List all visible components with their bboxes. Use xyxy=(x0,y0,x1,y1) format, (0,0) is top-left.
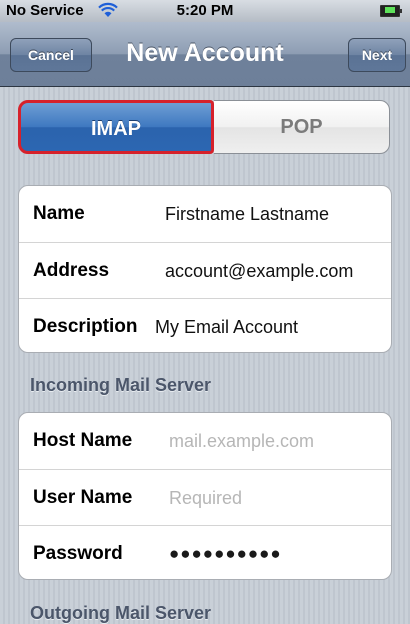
incoming-server-group: Host Name mail.example.com User Name Req… xyxy=(18,412,392,580)
host-name-field[interactable]: mail.example.com xyxy=(169,413,314,469)
incoming-server-header: Incoming Mail Server xyxy=(30,375,212,395)
account-type-segmented-control: IMAP POP xyxy=(18,100,390,154)
description-field[interactable]: My Email Account xyxy=(155,299,298,355)
next-button[interactable]: Next xyxy=(348,38,406,72)
password-field[interactable]: ●●●●●●●●●● xyxy=(169,526,282,582)
name-label: Name xyxy=(33,203,85,224)
address-label: Address xyxy=(33,260,110,281)
name-field[interactable]: Firstname Lastname xyxy=(165,186,329,242)
navigation-bar: Cancel New Account Next xyxy=(0,22,410,87)
segment-imap[interactable]: IMAP xyxy=(18,100,214,154)
status-bar: No Service 5:20 PM xyxy=(0,0,410,22)
user-name-row[interactable]: User Name Required xyxy=(19,469,391,525)
name-row[interactable]: Name Firstname Lastname xyxy=(19,186,391,242)
user-name-label: User Name xyxy=(33,487,133,508)
password-row[interactable]: Password ●●●●●●●●●● xyxy=(19,525,391,581)
description-label: Description xyxy=(33,316,138,337)
address-field[interactable]: account@example.com xyxy=(165,243,353,299)
address-row[interactable]: Address account@example.com xyxy=(19,242,391,298)
account-info-group: Name Firstname Lastname Address account@… xyxy=(18,185,392,353)
user-name-field[interactable]: Required xyxy=(169,470,242,526)
battery-charging-icon xyxy=(380,5,402,17)
host-name-row[interactable]: Host Name mail.example.com xyxy=(19,413,391,469)
host-name-label: Host Name xyxy=(33,430,133,451)
segment-pop[interactable]: POP xyxy=(214,100,390,154)
description-row[interactable]: Description My Email Account xyxy=(19,298,391,354)
clock: 5:20 PM xyxy=(176,2,234,19)
outgoing-server-header: Outgoing Mail Server xyxy=(30,603,212,623)
password-label: Password xyxy=(33,543,123,564)
